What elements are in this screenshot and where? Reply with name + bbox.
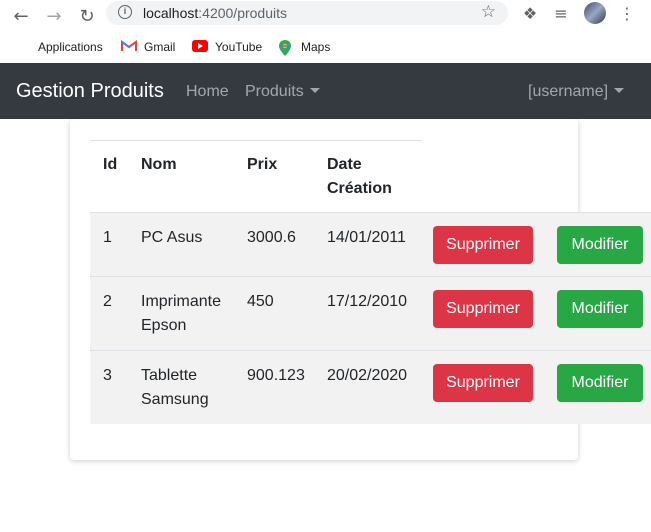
- app-navbar: Gestion Produits Home Produits [username…: [0, 63, 651, 119]
- cell-date: 14/01/2011: [327, 229, 406, 246]
- nav-user-dropdown[interactable]: [username]: [528, 83, 625, 101]
- info-icon[interactable]: i: [118, 5, 132, 19]
- youtube-icon: [192, 40, 208, 54]
- cell-prix: 450: [247, 293, 274, 310]
- chevron-down-icon: [309, 87, 320, 93]
- cell-id: 1: [103, 229, 112, 246]
- header-nom: Nom: [141, 156, 177, 173]
- bookmark-applications[interactable]: Applications: [15, 38, 103, 56]
- bookmark-label: Maps: [301, 40, 331, 54]
- delete-button[interactable]: Supprimer: [433, 290, 533, 328]
- bookmark-label: Gmail: [144, 40, 176, 54]
- address-bar[interactable]: i localhost:4200/produits ☆: [106, 1, 508, 25]
- bookmark-maps[interactable]: Maps: [278, 38, 330, 56]
- cell-nom-line2: Samsung: [141, 391, 209, 408]
- header-prix: Prix: [247, 156, 278, 173]
- nav-home-link[interactable]: Home: [186, 83, 229, 101]
- more-menu-icon[interactable]: ⋮: [617, 4, 637, 24]
- table-top-border: [90, 140, 422, 141]
- apps-grid-icon: [15, 40, 31, 54]
- cell-id: 2: [103, 293, 112, 310]
- delete-button[interactable]: Supprimer: [433, 364, 533, 402]
- header-id: Id: [103, 156, 118, 173]
- cell-nom: Tablette: [141, 367, 198, 384]
- nav-user-label: [username]: [528, 83, 609, 100]
- header-date-line1: Date: [327, 156, 362, 173]
- cell-id: 3: [103, 367, 112, 384]
- bookmarks-bar: Applications Gmail YouTube Maps: [0, 32, 651, 62]
- bookmark-label: Applications: [38, 40, 103, 54]
- back-arrow-icon[interactable]: ←: [9, 4, 33, 28]
- bookmark-label: YouTube: [215, 40, 263, 54]
- gmail-icon: [121, 40, 137, 54]
- reload-icon[interactable]: ↻: [75, 4, 99, 28]
- cell-prix: 900.123: [247, 367, 305, 384]
- cell-nom: PC Asus: [141, 229, 203, 246]
- profile-avatar[interactable]: [584, 2, 606, 24]
- cell-prix: 3000.6: [247, 229, 296, 246]
- nav-produits-label: Produits: [245, 83, 304, 100]
- media-icon[interactable]: ≡: [551, 4, 571, 24]
- cell-date: 17/12/2010: [327, 293, 408, 310]
- edit-button[interactable]: Modifier: [557, 364, 643, 402]
- url-text: localhost:4200/produits: [143, 5, 287, 21]
- forward-arrow-icon[interactable]: →: [42, 4, 66, 28]
- cell-nom-line2: Epson: [141, 317, 187, 334]
- navbar-brand[interactable]: Gestion Produits: [16, 80, 164, 103]
- edit-button[interactable]: Modifier: [557, 226, 643, 264]
- extensions-icon[interactable]: ❖: [520, 4, 540, 24]
- bookmark-youtube[interactable]: YouTube: [192, 38, 262, 56]
- maps-icon: [278, 40, 294, 56]
- chevron-down-icon: [614, 87, 625, 93]
- star-icon[interactable]: ☆: [481, 2, 496, 22]
- nav-produits-dropdown[interactable]: Produits: [245, 83, 320, 101]
- edit-button[interactable]: Modifier: [557, 290, 643, 328]
- bookmark-gmail[interactable]: Gmail: [121, 38, 175, 56]
- browser-toolbar: ← → ↻ i localhost:4200/produits ☆ ❖ ≡ ⋮: [0, 0, 651, 32]
- header-date-line2: Création: [327, 180, 392, 197]
- cell-nom: Imprimante: [141, 293, 222, 310]
- cell-date: 20/02/2020: [327, 367, 408, 384]
- delete-button[interactable]: Supprimer: [433, 226, 533, 264]
